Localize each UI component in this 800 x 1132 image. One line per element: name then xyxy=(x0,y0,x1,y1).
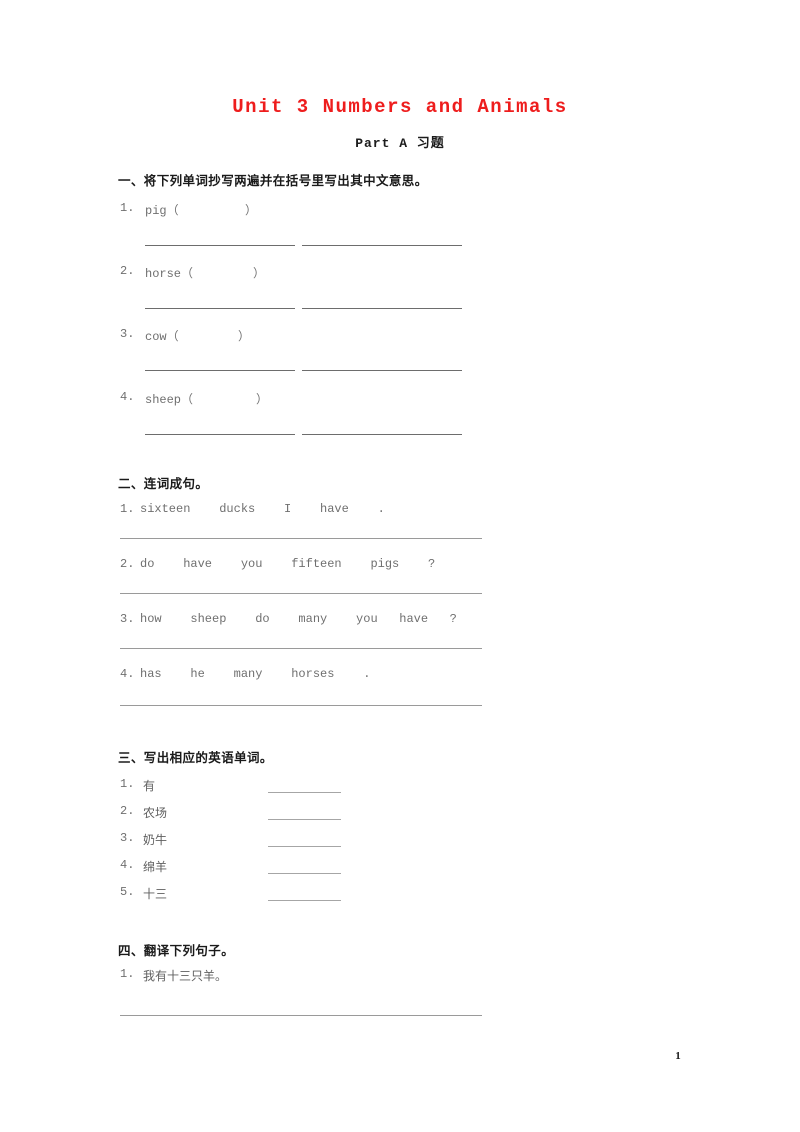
page-title: Unit 3 Numbers and Animals xyxy=(232,96,568,118)
section-2-item-4-number: 4. xyxy=(120,667,135,681)
worksheet-page: Unit 3 Numbers and Animals Part A 习题 一、将… xyxy=(0,0,800,1132)
section-3-item-3-number: 3. xyxy=(120,831,135,845)
section-1-item-2-close-paren: ） xyxy=(253,267,266,281)
section-1-item-2-blank-a[interactable] xyxy=(145,308,295,309)
section-2-item-4-text: has he many horses . xyxy=(140,667,371,681)
section-1-item-2-blank-b[interactable] xyxy=(302,308,462,309)
section-3-item-2-blank[interactable] xyxy=(268,819,341,820)
section-1-item-1-word: pig（ xyxy=(145,204,179,218)
section-1-item-4-blank-b[interactable] xyxy=(302,434,462,435)
section-1-item-2-word: horse（ xyxy=(145,267,194,281)
section-1-item-4-number: 4. xyxy=(120,390,135,404)
section-3-item-4-blank[interactable] xyxy=(268,873,341,874)
section-3-item-2-text: 农场 xyxy=(143,806,168,820)
section-1-item-2-number: 2. xyxy=(120,264,135,278)
section-1-item-3-close-paren: ） xyxy=(238,330,251,344)
section-1-item-1-close-paren: ） xyxy=(245,204,258,218)
section-2-item-4-answer-rule[interactable] xyxy=(120,705,482,706)
section-1-item-1-number: 1. xyxy=(120,201,135,215)
section-4-item-1-answer-rule[interactable] xyxy=(120,1015,482,1016)
section-2-item-2-text: do have you fifteen pigs ? xyxy=(140,557,436,571)
page-subtitle: Part A 习题 xyxy=(355,136,445,151)
section-2-item-3-answer-rule[interactable] xyxy=(120,648,482,649)
section-3-item-5-number: 5. xyxy=(120,885,135,899)
section-1-item-1-blank-b[interactable] xyxy=(302,245,462,246)
section-1-item-4-word: sheep（ xyxy=(145,393,194,407)
section-3-item-2-number: 2. xyxy=(120,804,135,818)
section-1-heading: 一、将下列单词抄写两遍并在括号里写出其中文意思。 xyxy=(118,173,428,188)
section-3-heading: 三、写出相应的英语单词。 xyxy=(118,750,273,765)
section-2-item-3-text: how sheep do many you have ? xyxy=(140,612,457,626)
section-2-item-1-answer-rule[interactable] xyxy=(120,538,482,539)
section-2-item-1-text: sixteen ducks I have . xyxy=(140,502,385,516)
section-2-item-3-number: 3. xyxy=(120,612,135,626)
section-2-item-1-number: 1. xyxy=(120,502,135,516)
section-4-heading: 四、翻译下列句子。 xyxy=(118,943,235,958)
section-1-item-3-blank-b[interactable] xyxy=(302,370,462,371)
page-number: 1 xyxy=(675,1050,681,1062)
section-3-item-5-text: 十三 xyxy=(143,887,168,901)
section-2-item-2-answer-rule[interactable] xyxy=(120,593,482,594)
section-1-item-3-word: cow（ xyxy=(145,330,179,344)
section-2-heading: 二、连词成句。 xyxy=(118,476,209,491)
section-1-item-1-blank-a[interactable] xyxy=(145,245,295,246)
section-3-item-3-blank[interactable] xyxy=(268,846,341,847)
section-4-item-1-text: 我有十三只羊。 xyxy=(143,969,228,983)
section-2-item-2-number: 2. xyxy=(120,557,135,571)
section-1-item-4-close-paren: ） xyxy=(256,393,269,407)
section-3-item-1-text: 有 xyxy=(143,779,156,793)
section-4-item-1-number: 1. xyxy=(120,967,135,981)
section-3-item-3-text: 奶牛 xyxy=(143,833,168,847)
section-3-item-5-blank[interactable] xyxy=(268,900,341,901)
section-3-item-1-number: 1. xyxy=(120,777,135,791)
section-3-item-4-text: 绵羊 xyxy=(143,860,168,874)
section-3-item-1-blank[interactable] xyxy=(268,792,341,793)
section-1-item-3-number: 3. xyxy=(120,327,135,341)
section-1-item-3-blank-a[interactable] xyxy=(145,370,295,371)
section-3-item-4-number: 4. xyxy=(120,858,135,872)
section-1-item-4-blank-a[interactable] xyxy=(145,434,295,435)
